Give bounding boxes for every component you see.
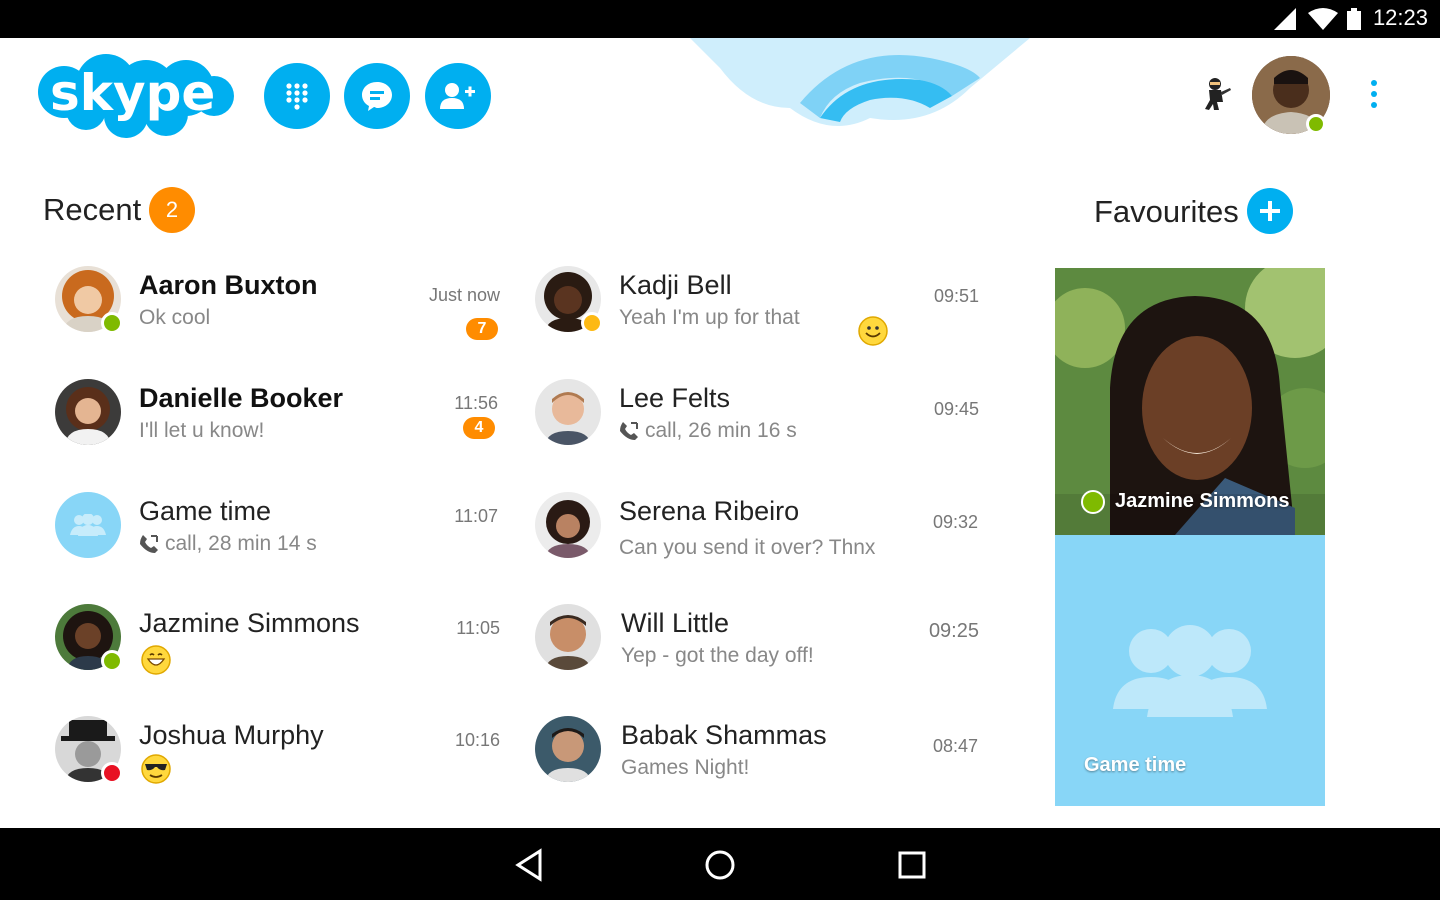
last-message: Ok cool <box>139 306 211 329</box>
dialpad-icon <box>286 83 308 110</box>
wifi-icon <box>1308 8 1338 30</box>
call-icon <box>620 422 638 440</box>
avatar <box>535 716 601 782</box>
message-time: Just now <box>428 285 500 305</box>
conversation-item[interactable]: Lee Felts call, 26 min 16 s 09:45 <box>535 379 980 469</box>
presence-online-icon <box>1081 490 1105 514</box>
presence-busy-icon <box>101 762 123 784</box>
add-contact-button[interactable] <box>425 63 491 129</box>
skype-logo: skype TM <box>38 54 234 138</box>
ninja-mood-icon[interactable] <box>1197 76 1233 112</box>
contact-name: Will Little <box>621 608 730 638</box>
header-decoration <box>690 38 1030 126</box>
presence-online-icon <box>101 650 123 672</box>
avatar <box>535 604 601 670</box>
avatar <box>55 379 121 445</box>
recent-apps-icon[interactable] <box>895 848 929 882</box>
conversation-item[interactable]: Aaron Buxton Ok cool Just now 7 <box>55 266 500 356</box>
cool-emoticon-icon <box>141 754 171 784</box>
message-time: 09:25 <box>928 620 979 642</box>
home-icon[interactable] <box>703 848 737 882</box>
more-options-button[interactable] <box>1360 76 1388 112</box>
status-bar: 12:23 <box>0 0 1440 38</box>
battery-icon <box>1347 8 1361 30</box>
recent-count-badge: 2 <box>149 187 195 233</box>
conversation-item[interactable]: Joshua Murphy 10:16 <box>55 716 500 806</box>
message-time: 09:51 <box>933 286 979 306</box>
contact-name: Joshua Murphy <box>139 720 324 750</box>
system-nav-bar <box>0 828 1440 900</box>
favourite-name: Game time <box>1084 754 1187 776</box>
last-message: Games Night! <box>621 756 750 779</box>
group-icon <box>1113 625 1267 717</box>
my-presence-indicator <box>1306 114 1326 134</box>
new-chat-button[interactable] <box>344 63 410 129</box>
last-message: call, 28 min 14 s <box>139 532 317 556</box>
group-avatar <box>55 492 121 558</box>
favourite-card-game-time[interactable]: Game time <box>1055 535 1325 806</box>
back-icon[interactable] <box>512 848 546 882</box>
group-icon <box>70 514 106 536</box>
signal-icon <box>1274 8 1296 30</box>
last-message: Yep - got the day off! <box>621 644 814 667</box>
contact-name: Aaron Buxton <box>139 270 318 300</box>
message-time: 08:47 <box>932 736 978 756</box>
message-time: 09:45 <box>933 399 979 419</box>
grin-emoticon-icon <box>141 645 171 675</box>
message-time: 09:32 <box>932 512 978 532</box>
conversation-item[interactable]: Will Little Yep - got the day off! 09:25 <box>535 604 980 694</box>
conversation-item[interactable]: Danielle Booker I'll let u know! 11:56 4 <box>55 379 500 469</box>
conversation-item[interactable]: Kadji Bell Yeah I'm up for that 09:51 <box>535 266 980 356</box>
unread-count-badge: 4 <box>463 417 495 439</box>
contact-name: Babak Shammas <box>621 720 827 750</box>
add-contact-icon <box>440 83 475 109</box>
message-time: 11:56 <box>454 393 498 413</box>
chat-icon <box>362 82 392 111</box>
dialpad-button[interactable] <box>264 63 330 129</box>
contact-name: Lee Felts <box>619 383 731 413</box>
presence-away-icon <box>581 312 603 334</box>
message-time: 10:16 <box>454 730 500 750</box>
unread-count-badge: 7 <box>466 318 498 340</box>
message-time: 11:05 <box>456 618 500 638</box>
kebab-dot <box>1371 80 1377 86</box>
contact-name: Kadji Bell <box>619 270 732 300</box>
add-favourite-button[interactable] <box>1247 188 1293 234</box>
recent-title: Recent <box>43 192 142 227</box>
call-icon <box>140 535 158 553</box>
favourite-name: Jazmine Simmons <box>1115 490 1290 512</box>
contact-name: Jazmine Simmons <box>139 608 360 638</box>
last-message: Can you send it over? Thnx <box>619 536 876 559</box>
kebab-dot <box>1371 102 1377 108</box>
conversation-item[interactable]: Jazmine Simmons 11:05 <box>55 604 500 694</box>
smile-emoticon-icon <box>858 316 888 346</box>
favourites-title: Favourites <box>1094 194 1239 229</box>
last-message: Yeah I'm up for that <box>619 306 800 329</box>
conversation-item[interactable]: Game time call, 28 min 14 s 11:07 <box>55 492 500 582</box>
skype-home: skype TM Recent 2 Favourites Aaron Buxto… <box>0 38 1440 828</box>
conversation-item[interactable]: Babak Shammas Games Night! 08:47 <box>535 716 980 806</box>
contact-name: Game time <box>139 496 272 526</box>
svg-text:TM: TM <box>217 67 230 76</box>
last-message: call, 26 min 16 s <box>619 419 797 443</box>
conversation-item[interactable]: Serena Ribeiro Can you send it over? Thn… <box>535 492 980 582</box>
favourite-card-jazmine-simmons[interactable]: Jazmine Simmons <box>1055 268 1325 535</box>
avatar <box>535 379 601 445</box>
kebab-dot <box>1371 91 1377 97</box>
logo-text: skype <box>50 64 215 122</box>
last-message: I'll let u know! <box>139 419 265 442</box>
contact-name: Serena Ribeiro <box>619 496 800 526</box>
avatar <box>535 492 601 558</box>
status-clock: 12:23 <box>1372 5 1428 30</box>
message-time: 11:07 <box>454 506 498 526</box>
presence-online-icon <box>101 312 123 334</box>
contact-name: Danielle Booker <box>139 383 344 413</box>
